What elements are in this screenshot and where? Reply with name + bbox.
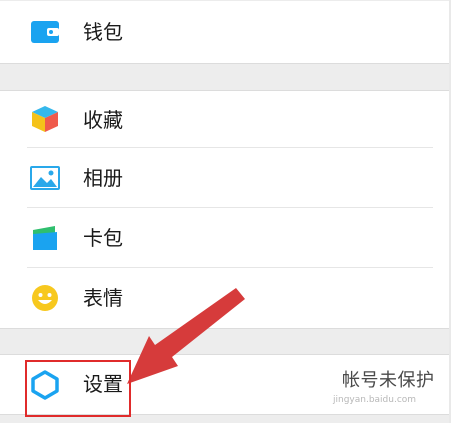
highlight-box (25, 360, 131, 417)
